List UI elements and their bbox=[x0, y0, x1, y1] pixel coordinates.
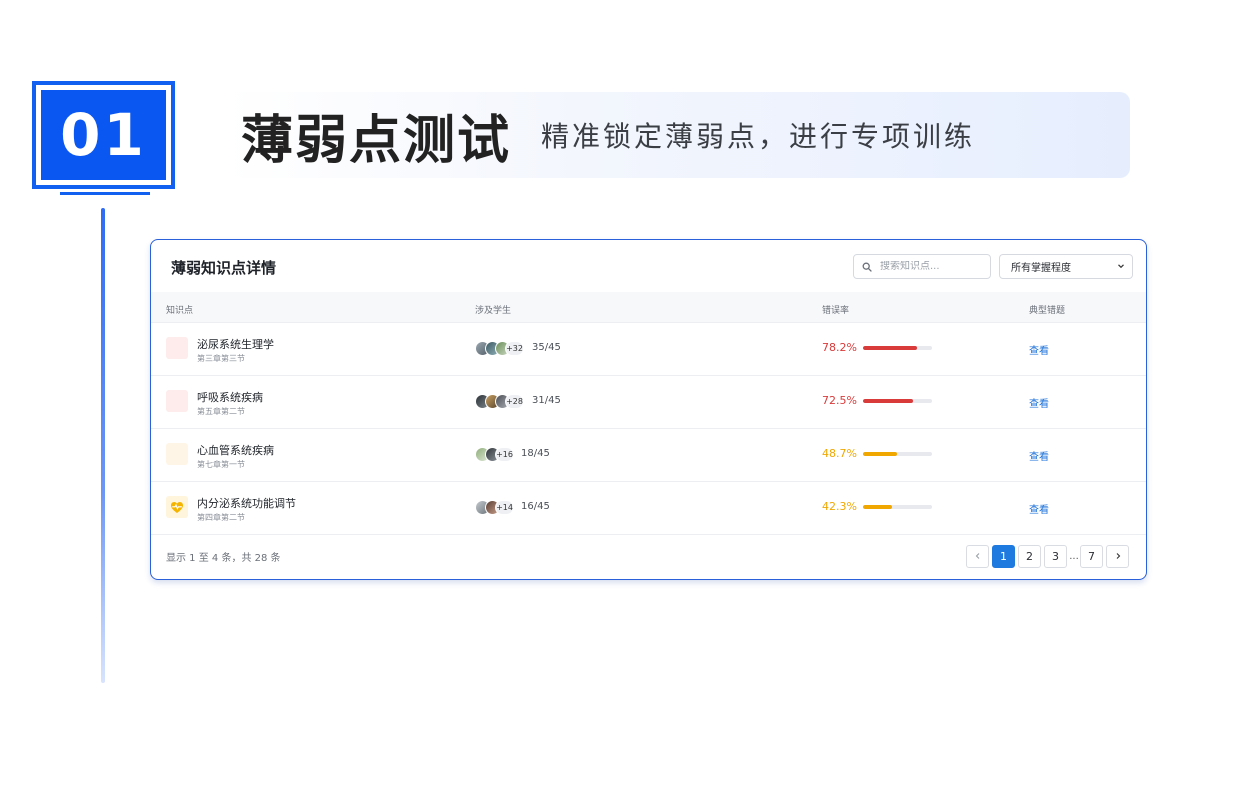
mastery-filter-select[interactable]: 所有掌握程度 bbox=[999, 254, 1133, 279]
error-rate-bar-fill bbox=[863, 346, 917, 350]
table-header: 知识点 涉及学生 错误率 典型错题 bbox=[151, 292, 1146, 323]
prev-page-button[interactable] bbox=[966, 544, 989, 568]
section-number: 01 bbox=[60, 101, 147, 169]
knowledge-point-name: 泌尿系统生理学 bbox=[197, 338, 274, 351]
knowledge-point-icon bbox=[166, 390, 188, 412]
pagination: 1 2 3 ... 7 bbox=[966, 544, 1132, 568]
knowledge-point-name: 心血管系统疾病 bbox=[197, 444, 274, 457]
error-rate-bar bbox=[863, 399, 932, 403]
more-students-badge: +14 bbox=[495, 499, 514, 515]
page-button-1[interactable]: 1 bbox=[992, 544, 1015, 568]
section-title-bar: 薄弱点测试 精准锁定薄弱点，进行专项训练 bbox=[225, 92, 1130, 178]
students-count: 18/45 bbox=[521, 448, 550, 459]
heart-pulse-icon bbox=[171, 501, 183, 513]
pagination-ellipsis: ... bbox=[1069, 550, 1079, 562]
table-row: 内分泌系统功能调节 第四章第二节 +14 16/45 42.3% 查看 bbox=[151, 482, 1146, 535]
card-title: 薄弱知识点详情 bbox=[171, 259, 277, 277]
knowledge-point-icon bbox=[166, 496, 188, 518]
more-students-badge: +32 bbox=[505, 340, 524, 356]
knowledge-point-name: 呼吸系统疾病 bbox=[197, 391, 263, 404]
view-errors-link[interactable]: 查看 bbox=[1029, 342, 1049, 357]
knowledge-point-chapter: 第五章第二节 bbox=[197, 407, 245, 416]
error-rate-bar bbox=[863, 505, 932, 509]
knowledge-point-name: 内分泌系统功能调节 bbox=[197, 497, 296, 510]
view-errors-link[interactable]: 查看 bbox=[1029, 501, 1049, 516]
student-avatars: +32 bbox=[475, 340, 524, 356]
student-avatars: +14 bbox=[475, 499, 514, 515]
column-header-students: 涉及学生 bbox=[475, 306, 512, 316]
student-avatars: +28 bbox=[475, 393, 524, 409]
search-box[interactable] bbox=[853, 254, 991, 279]
table-row: 心血管系统疾病 第七章第一节 +16 18/45 48.7% 查看 bbox=[151, 429, 1146, 482]
knowledge-point-chapter: 第七章第一节 bbox=[197, 460, 245, 469]
error-rate-bar bbox=[863, 452, 932, 456]
chevron-down-icon bbox=[1118, 264, 1124, 269]
error-rate: 48.7% bbox=[822, 447, 857, 460]
student-avatars: +16 bbox=[475, 446, 514, 462]
error-rate: 42.3% bbox=[822, 500, 857, 513]
timeline-line bbox=[101, 208, 105, 683]
chevron-left-icon bbox=[975, 553, 979, 559]
page-button-3[interactable]: 3 bbox=[1044, 544, 1067, 568]
knowledge-point-chapter: 第三章第三节 bbox=[197, 354, 245, 363]
section-number-underline bbox=[60, 192, 150, 195]
error-rate: 72.5% bbox=[822, 394, 857, 407]
mastery-filter-value: 所有掌握程度 bbox=[1011, 263, 1071, 274]
error-rate: 78.2% bbox=[822, 341, 857, 354]
table-row: 呼吸系统疾病 第五章第二节 +28 31/45 72.5% 查看 bbox=[151, 376, 1146, 429]
error-rate-bar bbox=[863, 346, 932, 350]
error-rate-bar-fill bbox=[863, 452, 897, 456]
more-students-badge: +16 bbox=[495, 446, 514, 462]
pagination-summary: 显示 1 至 4 条，共 28 条 bbox=[166, 553, 281, 564]
students-count: 16/45 bbox=[521, 501, 550, 512]
students-count: 31/45 bbox=[532, 395, 561, 406]
page-button-last[interactable]: 7 bbox=[1080, 544, 1103, 568]
knowledge-point-icon bbox=[166, 443, 188, 465]
search-input[interactable] bbox=[880, 261, 980, 272]
section-subtitle: 精准锁定薄弱点，进行专项训练 bbox=[541, 120, 976, 153]
students-count: 35/45 bbox=[532, 342, 561, 353]
knowledge-point-chapter: 第四章第二节 bbox=[197, 513, 245, 522]
page-button-2[interactable]: 2 bbox=[1018, 544, 1041, 568]
chevron-right-icon bbox=[1116, 553, 1120, 559]
column-header-error-rate: 错误率 bbox=[822, 306, 850, 316]
error-rate-bar-fill bbox=[863, 399, 914, 403]
search-icon bbox=[862, 262, 872, 272]
section-number-fill: 01 bbox=[41, 90, 166, 180]
view-errors-link[interactable]: 查看 bbox=[1029, 448, 1049, 463]
next-page-button[interactable] bbox=[1106, 544, 1129, 568]
section-title: 薄弱点测试 bbox=[241, 110, 512, 171]
weak-points-card: 薄弱知识点详情 所有掌握程度 知识点 涉及学生 错误率 典型错题 泌尿系统生理学… bbox=[150, 239, 1147, 580]
more-students-badge: +28 bbox=[505, 393, 524, 409]
section-number-box: 01 bbox=[32, 81, 175, 189]
knowledge-point-icon bbox=[166, 337, 188, 359]
column-header-knowledge: 知识点 bbox=[166, 306, 194, 316]
table-row: 泌尿系统生理学 第三章第三节 +32 35/45 78.2% 查看 bbox=[151, 323, 1146, 376]
error-rate-bar-fill bbox=[863, 505, 893, 509]
column-header-typical-errors: 典型错题 bbox=[1029, 306, 1066, 316]
view-errors-link[interactable]: 查看 bbox=[1029, 395, 1049, 410]
